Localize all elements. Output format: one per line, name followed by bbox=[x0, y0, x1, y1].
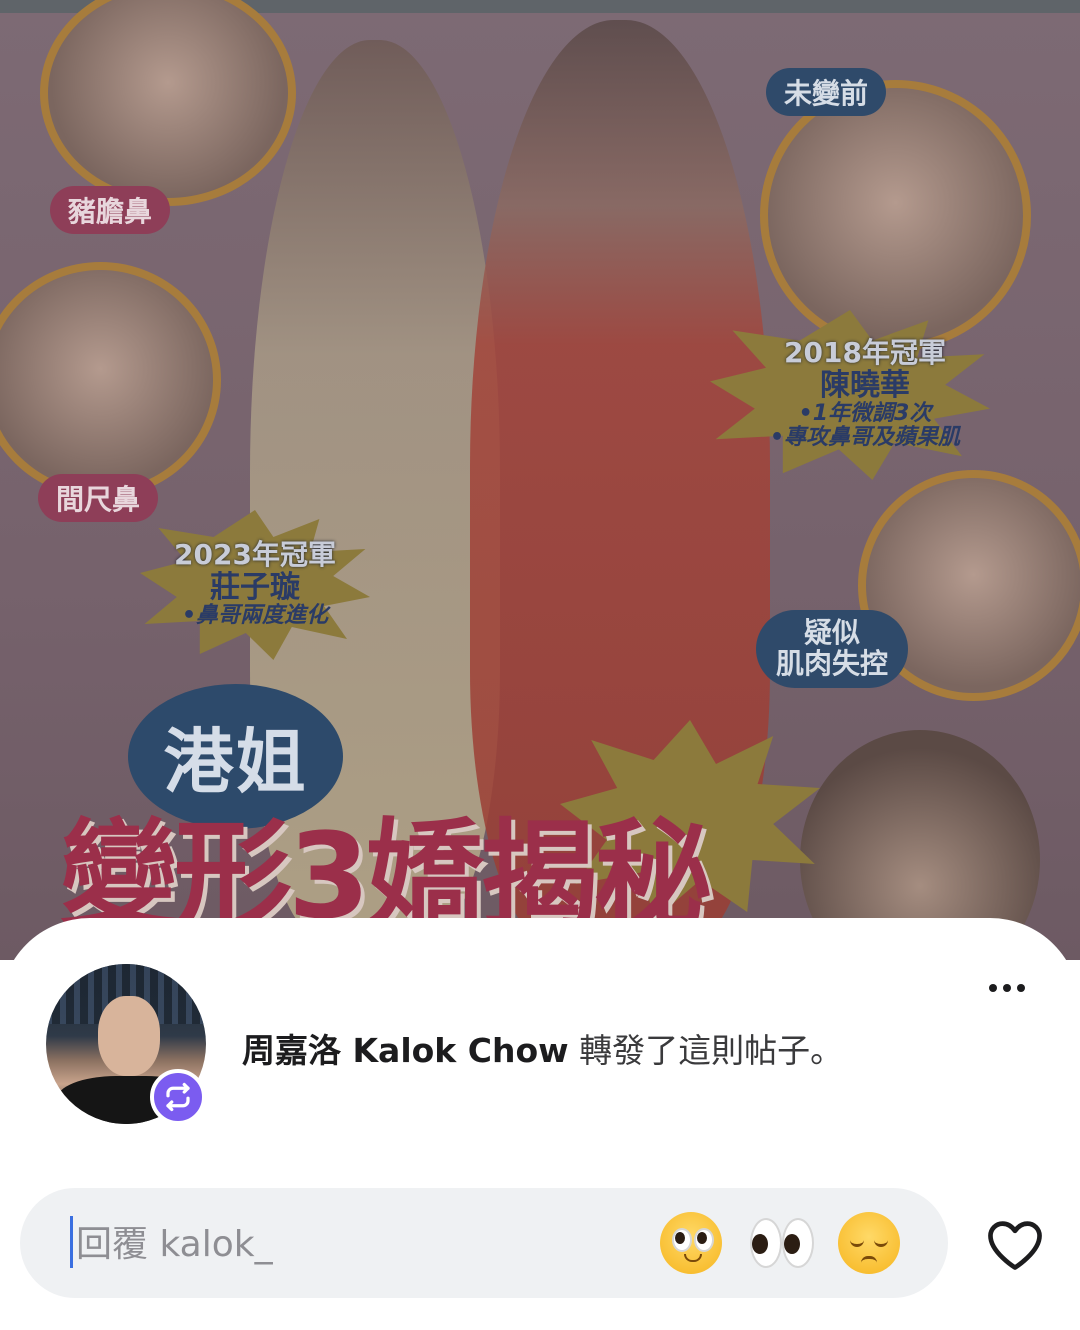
pleading-face-emoji-icon[interactable] bbox=[660, 1212, 722, 1274]
label-before: 未變前 bbox=[766, 68, 887, 116]
more-dot bbox=[1003, 984, 1011, 992]
more-dot bbox=[1017, 984, 1025, 992]
inset-photo-2 bbox=[0, 262, 221, 498]
like-heart-icon[interactable] bbox=[984, 1214, 1046, 1272]
repost-icon bbox=[150, 1069, 206, 1125]
more-dot bbox=[989, 984, 997, 992]
pensive-face-emoji-icon[interactable] bbox=[838, 1212, 900, 1274]
repost-action-text: 轉發了這則帖子。 bbox=[568, 1031, 844, 1070]
more-options-button[interactable] bbox=[980, 966, 1034, 1010]
burst-right-text: 2018年冠軍 陳曉華 •1年微調3次 •專攻鼻哥及蘋果肌 bbox=[725, 336, 1005, 450]
text-caret bbox=[70, 1216, 73, 1268]
burst-right-note-1: •1年微調3次 bbox=[798, 400, 932, 426]
reply-sheet: 周嘉洛 Kalok Chow 轉發了這則帖子。 bbox=[0, 918, 1080, 1330]
burst-right-name: 陳曉華 bbox=[820, 367, 910, 403]
burst-left-note: •鼻哥兩度進化 bbox=[181, 602, 329, 628]
eyes-emoji-icon[interactable] bbox=[748, 1212, 814, 1274]
avatar-face bbox=[98, 996, 160, 1076]
burst-right-note-2: •專攻鼻哥及蘋果肌 bbox=[769, 424, 961, 450]
reply-input[interactable] bbox=[74, 1188, 638, 1300]
label-pig-nose: 豬膽鼻 bbox=[50, 186, 171, 234]
repost-user-name[interactable]: 周嘉洛 Kalok Chow bbox=[242, 1031, 569, 1070]
burst-left-year: 2023年冠軍 bbox=[174, 538, 336, 571]
label-muscle: 疑似 肌肉失控 bbox=[756, 610, 909, 688]
inset-photo-3 bbox=[760, 80, 1031, 351]
post-image: 豬膽鼻 間尺鼻 未變前 疑似 肌肉失控 2023年冠軍 莊子璇 •鼻哥兩度進化 … bbox=[0, 0, 1080, 960]
inset-photo-1 bbox=[40, 0, 296, 206]
burst-right-year: 2018年冠軍 bbox=[784, 336, 946, 369]
burst-left-text: 2023年冠軍 莊子璇 •鼻哥兩度進化 bbox=[160, 538, 350, 628]
label-ruler-nose: 間尺鼻 bbox=[38, 474, 159, 522]
reply-bar bbox=[20, 1188, 948, 1300]
burst-left-name: 莊子璇 bbox=[210, 569, 300, 605]
repost-notice: 周嘉洛 Kalok Chow 轉發了這則帖子。 bbox=[242, 1024, 843, 1072]
